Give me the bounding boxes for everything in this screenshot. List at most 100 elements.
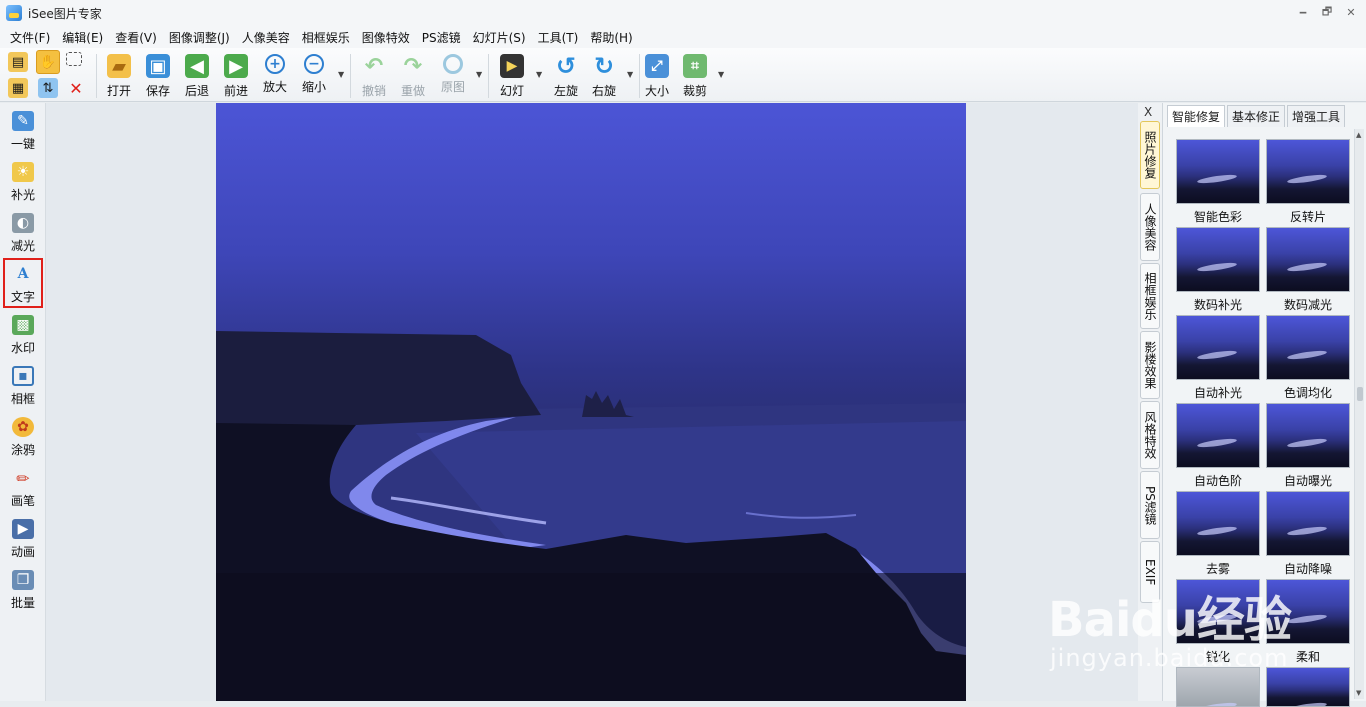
effect-thumb[interactable]: 自动降噪	[1265, 491, 1351, 577]
menu-bar: 文件(F) 编辑(E) 查看(V) 图像调整(J) 人像美容 相框娱乐 图像特效…	[0, 26, 1366, 48]
doodle-button[interactable]: ✿ 涂鸦	[4, 413, 42, 461]
panel-close-button[interactable]: X	[1144, 105, 1152, 119]
slideshow-button[interactable]: ▶ 幻灯	[493, 52, 531, 100]
menu-effects[interactable]: 图像特效	[356, 29, 416, 46]
one-click-button[interactable]: ✎ 一键	[4, 107, 42, 155]
browse-icon[interactable]: ▤	[8, 52, 28, 72]
frame-button[interactable]: ▪ 相框	[4, 362, 42, 410]
zoom-in-icon: +	[265, 54, 285, 74]
vtab-photo-repair[interactable]: 照片修复	[1140, 121, 1160, 189]
hand-tool-icon[interactable]: ✋	[36, 50, 60, 74]
batch-icon: ❐	[12, 570, 34, 590]
effect-preview	[1176, 315, 1260, 380]
original-dropdown-icon[interactable]: ▼	[476, 70, 482, 79]
menu-file[interactable]: 文件(F)	[4, 29, 56, 46]
rotate-dropdown-icon[interactable]: ▼	[627, 70, 633, 79]
menu-slideshow[interactable]: 幻灯片(S)	[467, 29, 532, 46]
scroll-thumb[interactable]	[1357, 387, 1363, 401]
menu-portrait[interactable]: 人像美容	[236, 29, 296, 46]
effect-thumb[interactable]: 数码补光	[1175, 227, 1261, 313]
minimize-button[interactable]: 🗕	[1294, 4, 1312, 20]
zoom-in-button[interactable]: + 放大	[256, 52, 294, 100]
menu-view[interactable]: 查看(V)	[109, 29, 163, 46]
resize-icon: ⤢	[645, 54, 669, 78]
open-button[interactable]: ▰ 打开	[100, 52, 138, 100]
original-icon	[443, 54, 463, 74]
close-button[interactable]: ✕	[1342, 4, 1360, 20]
effect-thumb[interactable]: 智能色彩	[1175, 139, 1261, 225]
menu-ps-filters[interactable]: PS滤镜	[416, 29, 467, 46]
menu-help[interactable]: 帮助(H)	[584, 29, 638, 46]
effect-preview	[1176, 403, 1260, 468]
vtab-ps-filters[interactable]: PS滤镜	[1140, 471, 1160, 539]
animation-button[interactable]: ▶ 动画	[4, 515, 42, 563]
crop-button[interactable]: ⌗ 裁剪	[676, 52, 714, 100]
scroll-up-icon[interactable]: ▲	[1356, 131, 1361, 139]
tab-basic-correction[interactable]: 基本修正	[1227, 105, 1286, 127]
vtab-exif[interactable]: EXIF	[1140, 541, 1160, 603]
tab-smart-repair[interactable]: 智能修复	[1167, 105, 1226, 127]
forward-button[interactable]: ▶ 前进	[217, 52, 255, 100]
menu-image-adjust[interactable]: 图像调整(J)	[163, 29, 236, 46]
menu-frames[interactable]: 相框娱乐	[296, 29, 356, 46]
effect-thumb[interactable]: 色调均化	[1265, 315, 1351, 401]
original-button[interactable]: 原图	[434, 52, 472, 100]
effect-thumb[interactable]: 数码减光	[1265, 227, 1351, 313]
effect-preview	[1176, 139, 1260, 204]
watermark-button[interactable]: ▩ 水印	[4, 311, 42, 359]
undo-button[interactable]: ↶ 撤销	[355, 52, 393, 100]
vtab-frames[interactable]: 相框娱乐	[1140, 263, 1160, 329]
effect-preview	[1176, 491, 1260, 556]
maximize-button[interactable]: 🗗	[1318, 4, 1336, 20]
resize-button[interactable]: ⤢ 大小	[638, 52, 676, 100]
effect-thumb[interactable]: 反转片	[1265, 139, 1351, 225]
scroll-down-icon[interactable]: ▼	[1356, 689, 1361, 697]
photo-preview[interactable]	[216, 103, 966, 701]
vtab-portrait[interactable]: 人像美容	[1140, 193, 1160, 261]
select-tool-icon[interactable]	[66, 52, 82, 66]
reduce-light-button[interactable]: ◐ 减光	[4, 209, 42, 257]
effect-thumb[interactable]: 自动曝光	[1265, 403, 1351, 489]
delete-icon[interactable]: ✕	[66, 78, 86, 98]
effect-thumb[interactable]	[1175, 667, 1261, 707]
back-button[interactable]: ◀ 后退	[178, 52, 216, 100]
crop-dropdown-icon[interactable]: ▼	[718, 70, 724, 79]
tab-enhance-tools[interactable]: 增强工具	[1287, 105, 1346, 127]
effect-thumb[interactable]: 去雾	[1175, 491, 1261, 577]
menu-edit[interactable]: 编辑(E)	[56, 29, 109, 46]
zoom-out-button[interactable]: − 缩小	[295, 52, 333, 100]
rotate-left-button[interactable]: ↺ 左旋	[547, 52, 585, 100]
effect-preview	[1176, 667, 1260, 707]
save-button[interactable]: ▣ 保存	[139, 52, 177, 100]
vtab-style-effects[interactable]: 风格特效	[1140, 401, 1160, 469]
panel-scrollbar[interactable]: ▲ ▼	[1354, 129, 1364, 699]
text-button[interactable]: A 文字	[3, 258, 43, 308]
effect-thumb[interactable]: 自动色阶	[1175, 403, 1261, 489]
zoom-dropdown-icon[interactable]: ▼	[338, 70, 344, 79]
watermark-icon: ▩	[12, 315, 34, 335]
export-icon[interactable]: ⇅	[38, 78, 58, 98]
effect-thumb[interactable]: 自动补光	[1175, 315, 1261, 401]
vtab-studio[interactable]: 影楼效果	[1140, 331, 1160, 399]
toolbar: ▤ ✋ ▦ ⇅ ✕ ▰ 打开 ▣ 保存 ◀ 后退 ▶ 前进 + 放大 − 缩小 …	[0, 48, 1366, 102]
film-icon: ▶	[500, 54, 524, 78]
effect-thumb[interactable]: 柔和	[1265, 579, 1351, 665]
folder-open-icon: ▰	[107, 54, 131, 78]
palette-icon: ✿	[12, 417, 34, 437]
image-canvas[interactable]	[46, 103, 1138, 701]
batch-button[interactable]: ❐ 批量	[4, 566, 42, 614]
rotate-right-icon: ↻	[593, 52, 615, 80]
category-tabs: X 照片修复 人像美容 相框娱乐 影楼效果 风格特效 PS滤镜 EXIF	[1138, 103, 1162, 701]
darken-icon: ◐	[12, 213, 34, 233]
brush-button[interactable]: ✏ 画笔	[4, 464, 42, 512]
redo-button[interactable]: ↷ 重做	[394, 52, 432, 100]
effect-thumb[interactable]: 锐化	[1175, 579, 1261, 665]
effect-preview	[1176, 227, 1260, 292]
menu-tools[interactable]: 工具(T)	[532, 29, 585, 46]
slideshow-dropdown-icon[interactable]: ▼	[536, 70, 542, 79]
gallery-icon[interactable]: ▦	[8, 78, 28, 98]
fill-light-button[interactable]: ☀ 补光	[4, 158, 42, 206]
effect-preview	[1266, 139, 1350, 204]
effect-thumb[interactable]	[1265, 667, 1351, 707]
rotate-right-button[interactable]: ↻ 右旋	[585, 52, 623, 100]
